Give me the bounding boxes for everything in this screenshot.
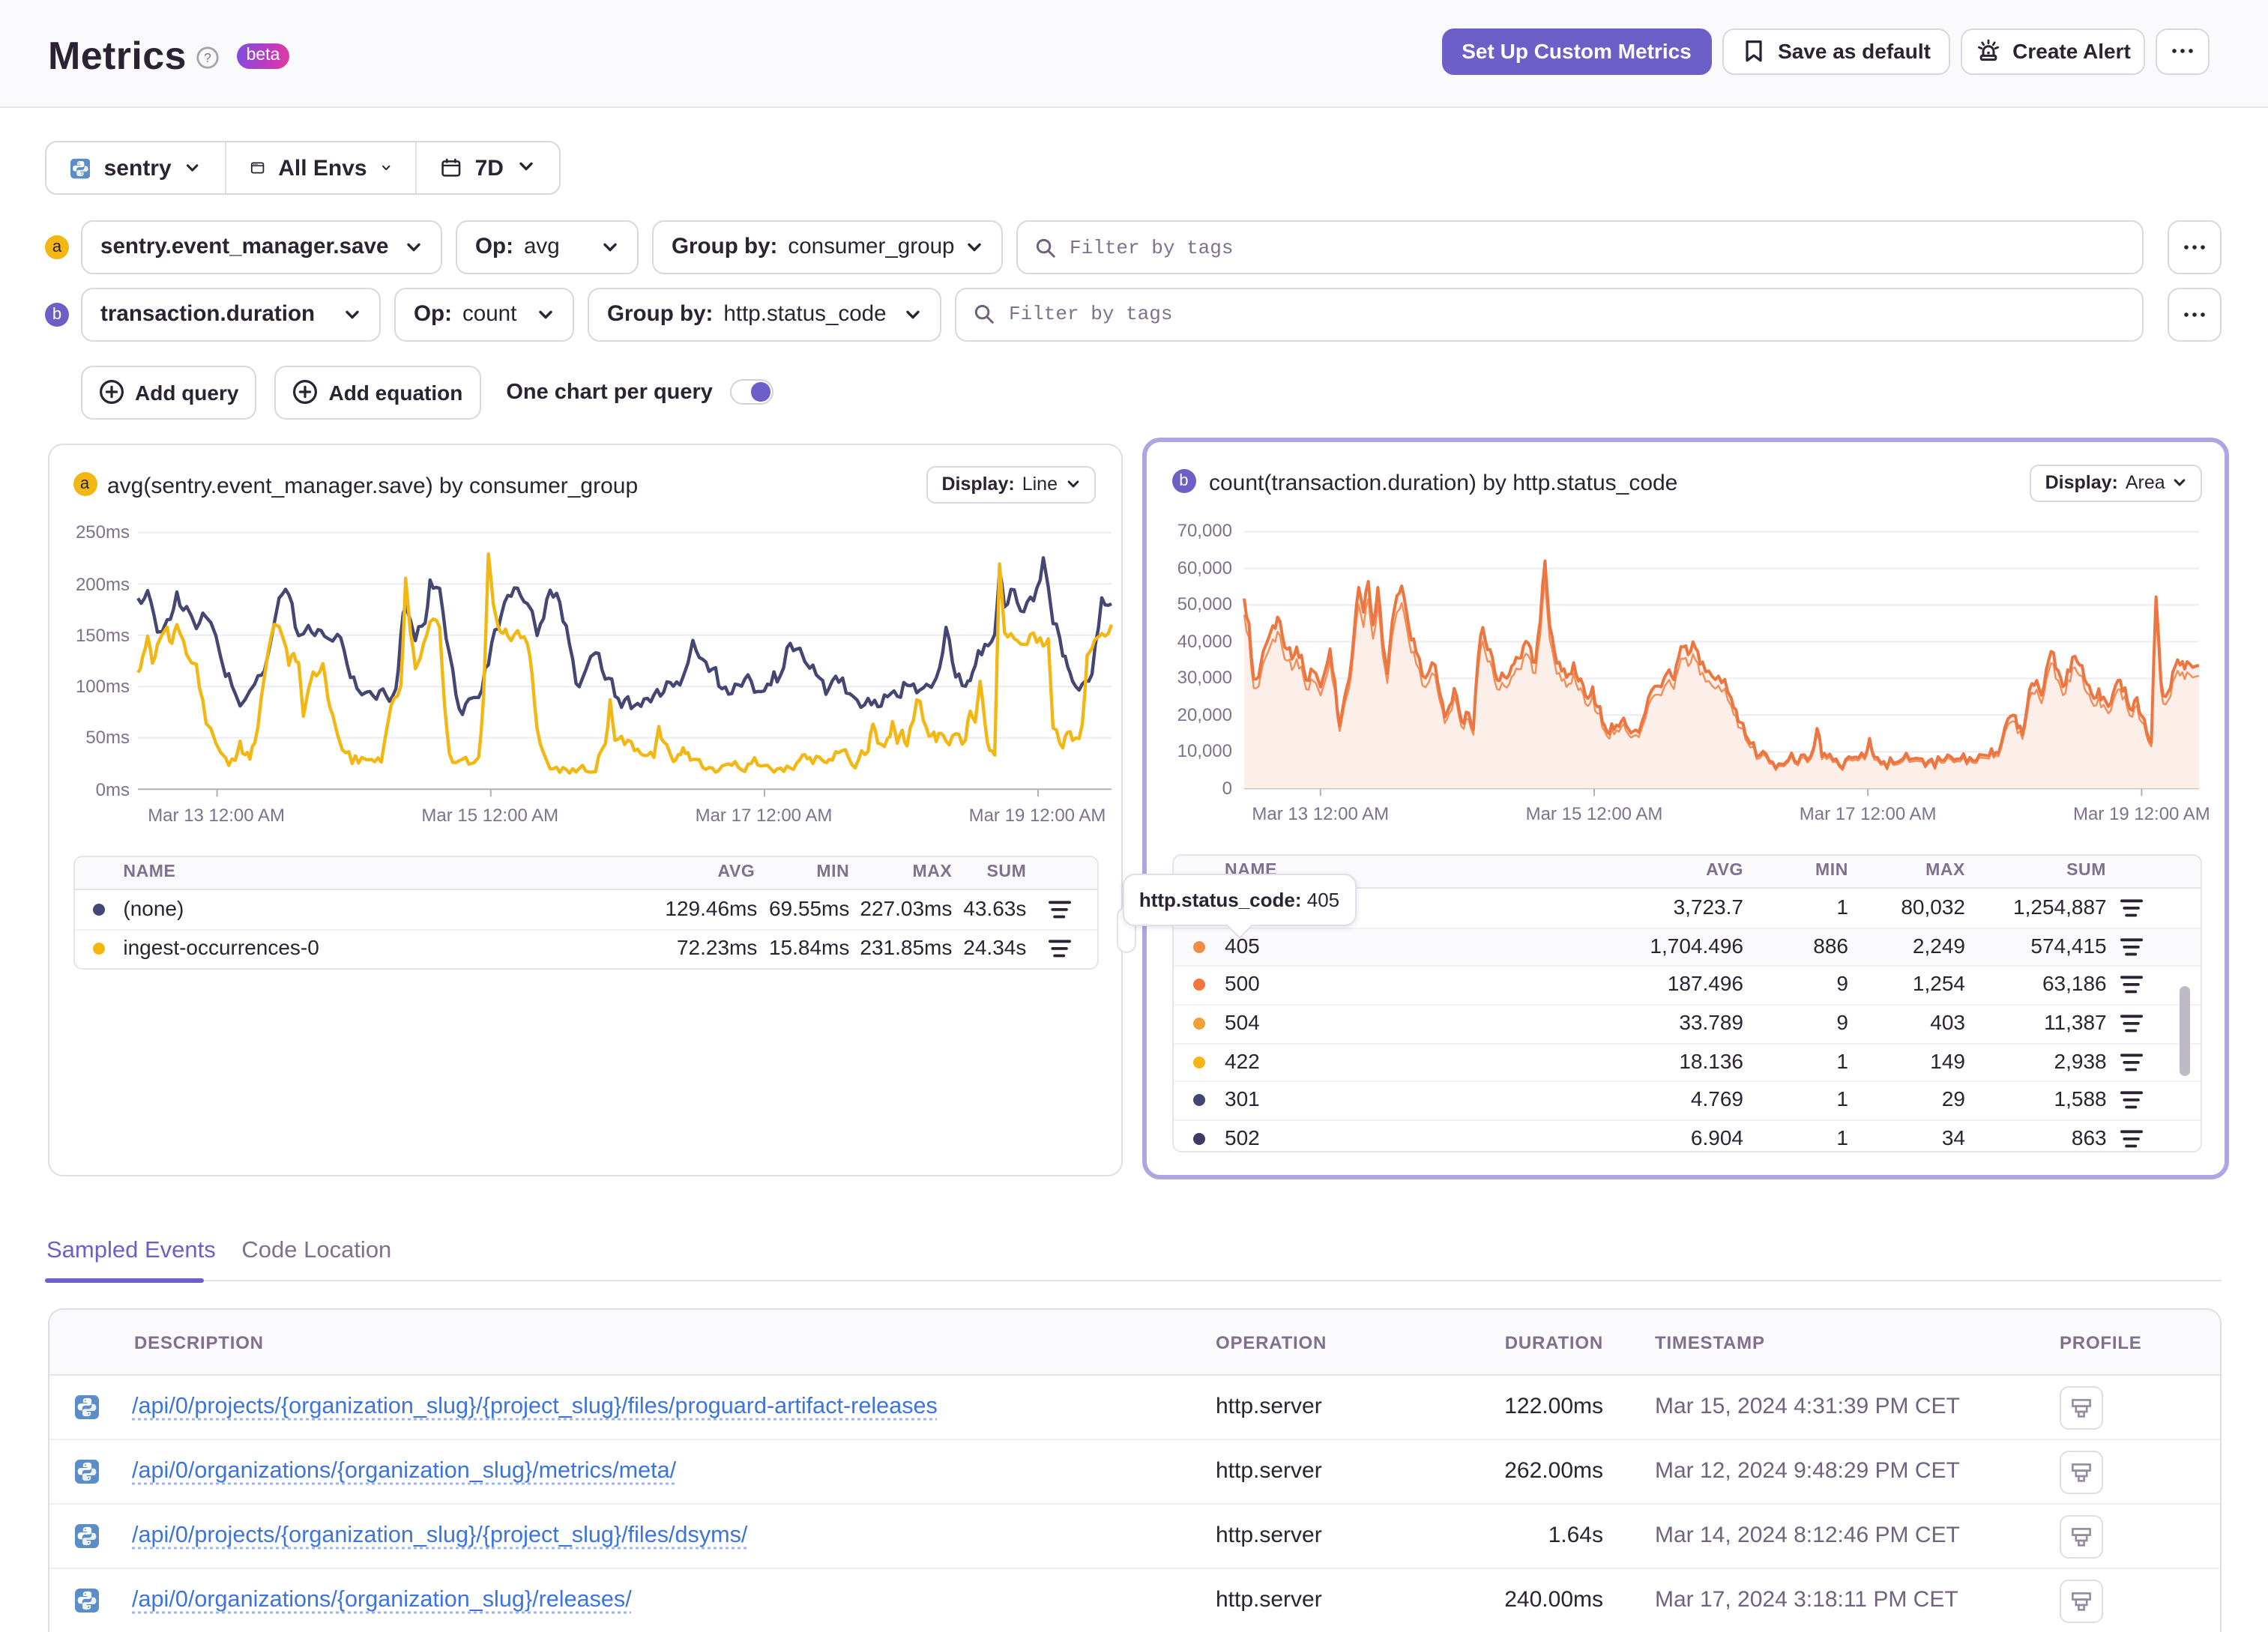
svg-text:?: ? (204, 49, 211, 64)
